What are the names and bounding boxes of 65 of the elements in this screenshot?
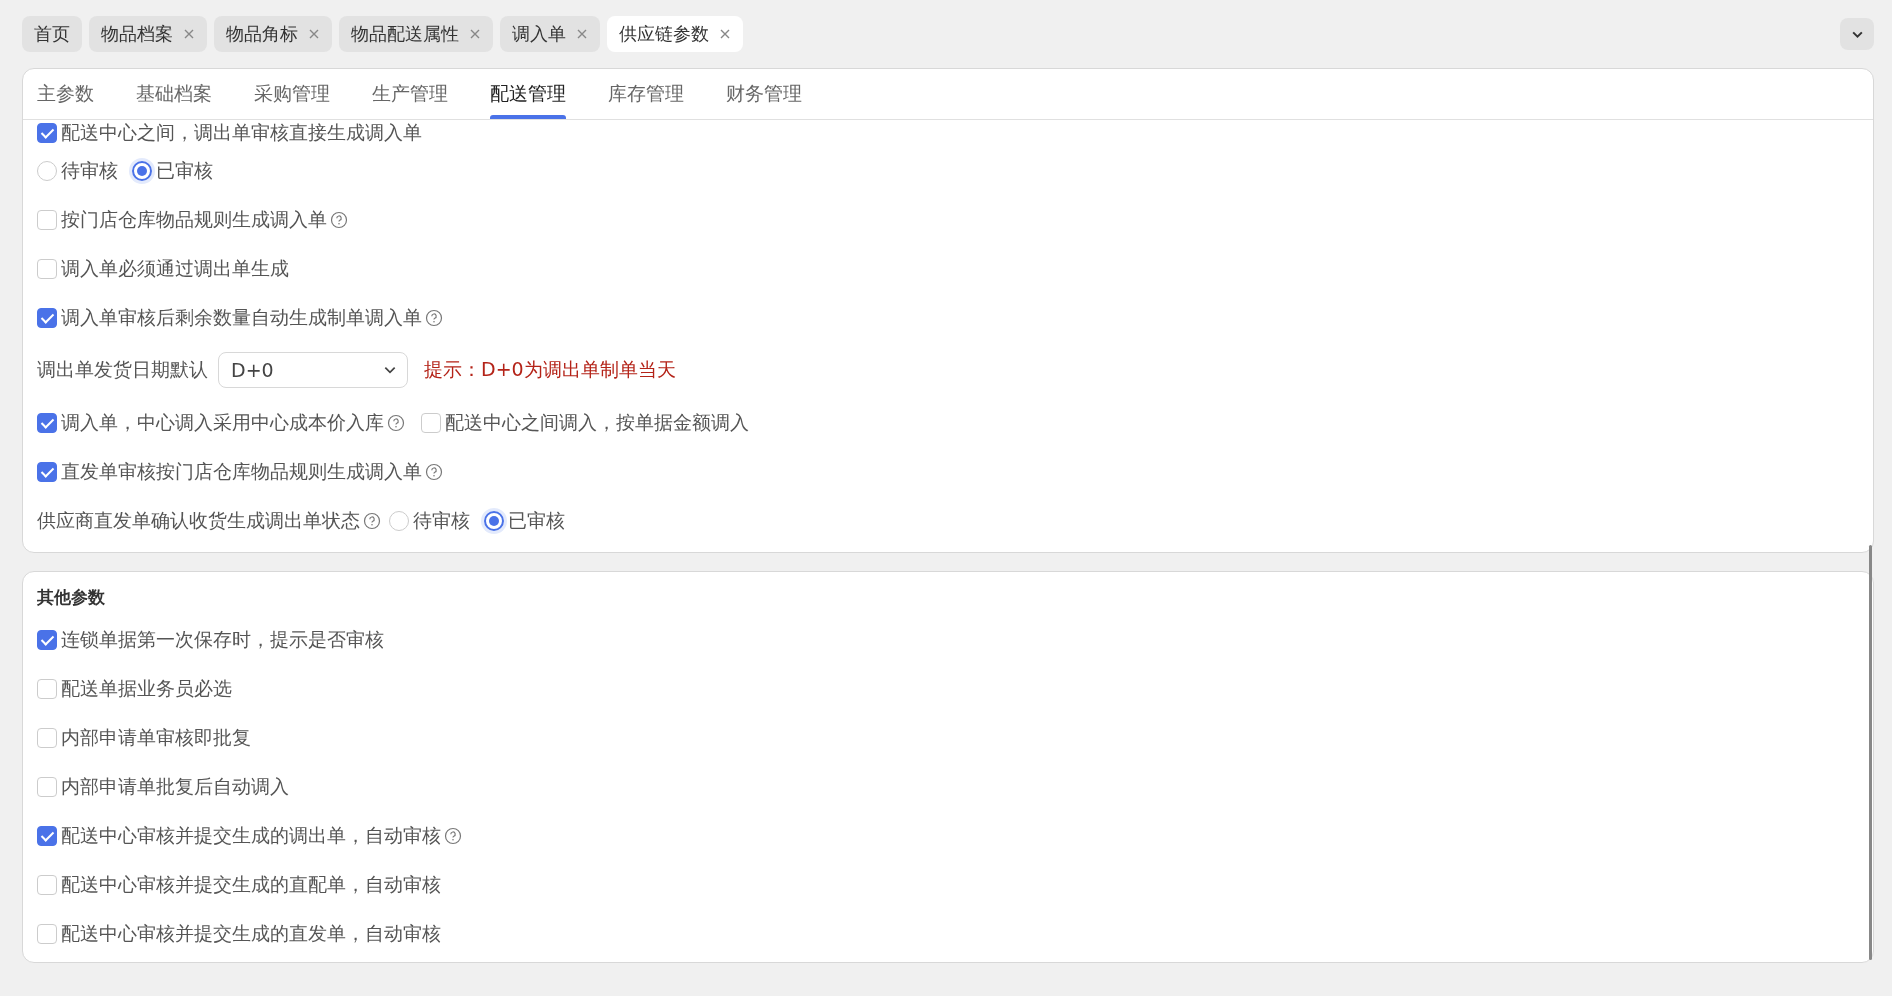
section-title: 其他参数 bbox=[36, 586, 106, 609]
option-label: 配送单据业务员必选 bbox=[61, 675, 232, 701]
option-label: 待审核 bbox=[413, 507, 470, 533]
option-label: 连锁单据第一次保存时，提示是否审核 bbox=[61, 626, 384, 652]
hint-text: 提示：D+0为调出单制单当天 bbox=[424, 357, 676, 382]
option-label: 按门店仓库物品规则生成调入单 bbox=[61, 206, 327, 232]
checkbox[interactable] bbox=[37, 923, 57, 944]
page-tab[interactable]: 首页 bbox=[22, 16, 82, 52]
field-label: 调出单发货日期默认 bbox=[37, 357, 208, 382]
field-label: 供应商直发单确认收货生成调出单状态 bbox=[37, 507, 360, 533]
section-tab[interactable]: 财务管理 bbox=[726, 69, 802, 119]
checkbox[interactable] bbox=[37, 874, 57, 895]
checkbox[interactable] bbox=[37, 461, 57, 482]
section-tab[interactable]: 主参数 bbox=[37, 69, 94, 119]
help-icon[interactable] bbox=[330, 210, 348, 229]
help-icon[interactable] bbox=[425, 462, 443, 481]
checkbox[interactable] bbox=[37, 776, 57, 797]
section-tab[interactable]: 基础档案 bbox=[136, 69, 212, 119]
checkbox[interactable] bbox=[37, 825, 57, 846]
option-label: 调入单，中心调入采用中心成本价入库 bbox=[61, 409, 384, 435]
checkbox[interactable] bbox=[37, 258, 57, 279]
radio-button[interactable] bbox=[132, 160, 152, 181]
option-label: 配送中心之间，调出单审核直接生成调入单 bbox=[61, 120, 422, 145]
page-tab[interactable]: 物品配送属性 bbox=[339, 16, 493, 52]
page-tab[interactable]: 调入单 bbox=[500, 16, 600, 52]
close-icon[interactable] bbox=[183, 28, 195, 40]
page-tab[interactable]: 物品角标 bbox=[214, 16, 332, 52]
option-label: 已审核 bbox=[156, 157, 213, 183]
section-tab[interactable]: 配送管理 bbox=[490, 69, 566, 119]
checkbox[interactable] bbox=[37, 123, 57, 143]
page-tab[interactable]: 供应链参数 bbox=[607, 16, 743, 52]
help-icon[interactable] bbox=[425, 308, 443, 327]
date-select[interactable]: D+0 bbox=[218, 352, 408, 388]
section-tab[interactable]: 生产管理 bbox=[372, 69, 448, 119]
close-icon[interactable] bbox=[576, 28, 588, 40]
checkbox[interactable] bbox=[37, 727, 57, 748]
option-label: 待审核 bbox=[61, 157, 118, 183]
checkbox[interactable] bbox=[37, 678, 57, 699]
option-label: 直发单审核按门店仓库物品规则生成调入单 bbox=[61, 458, 422, 484]
checkbox[interactable] bbox=[37, 412, 57, 433]
section-tab[interactable]: 采购管理 bbox=[254, 69, 330, 119]
dropdown-button[interactable] bbox=[1840, 18, 1874, 50]
help-icon[interactable] bbox=[444, 826, 462, 845]
option-label: 配送中心审核并提交生成的直配单，自动审核 bbox=[61, 871, 441, 897]
option-label: 调入单必须通过调出单生成 bbox=[61, 255, 289, 281]
section-tab[interactable]: 库存管理 bbox=[608, 69, 684, 119]
checkbox[interactable] bbox=[37, 307, 57, 328]
radio-button[interactable] bbox=[484, 510, 504, 531]
close-icon[interactable] bbox=[469, 28, 481, 40]
option-label: 配送中心之间调入，按单据金额调入 bbox=[445, 409, 749, 435]
checkbox[interactable] bbox=[37, 209, 57, 230]
close-icon[interactable] bbox=[719, 28, 731, 40]
close-icon[interactable] bbox=[308, 28, 320, 40]
option-label: 已审核 bbox=[508, 507, 565, 533]
help-icon[interactable] bbox=[387, 413, 405, 432]
option-label: 配送中心审核并提交生成的直发单，自动审核 bbox=[61, 920, 441, 946]
option-label: 配送中心审核并提交生成的调出单，自动审核 bbox=[61, 822, 441, 848]
option-label: 内部申请单批复后自动调入 bbox=[61, 773, 289, 799]
page-tab[interactable]: 物品档案 bbox=[89, 16, 207, 52]
option-label: 内部申请单审核即批复 bbox=[61, 724, 251, 750]
scrollbar[interactable] bbox=[1869, 545, 1872, 960]
help-icon[interactable] bbox=[363, 511, 381, 530]
checkbox[interactable] bbox=[421, 412, 441, 433]
checkbox[interactable] bbox=[37, 629, 57, 650]
option-label: 调入单审核后剩余数量自动生成制单调入单 bbox=[61, 304, 422, 330]
